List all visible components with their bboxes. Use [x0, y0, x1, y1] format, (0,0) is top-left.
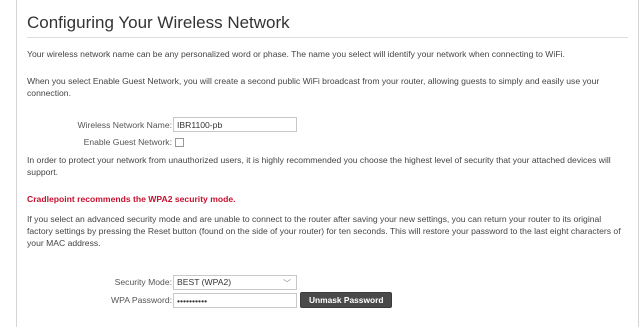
- security-mode-select[interactable]: BEST (WPA2) ﹀: [173, 275, 297, 290]
- guest-network-checkbox[interactable]: [175, 138, 184, 147]
- wpa-password-input[interactable]: [173, 293, 297, 308]
- security-mode-row: Security Mode:: [17, 274, 172, 290]
- network-name-input[interactable]: [173, 117, 297, 132]
- guest-network-text: When you select Enable Guest Network, yo…: [27, 76, 600, 98]
- security-mode-value: BEST (WPA2): [177, 277, 232, 287]
- wpa-password-row: WPA Password:: [17, 292, 172, 308]
- wpa2-recommendation: Cradlepoint recommends the WPA2 security…: [27, 194, 236, 204]
- intro-text: Your wireless network name can be any pe…: [27, 49, 565, 59]
- network-name-row: Wireless Network Name:: [17, 117, 172, 133]
- guest-network-row: Enable Guest Network:: [17, 134, 172, 150]
- wpa-password-label: WPA Password:: [111, 295, 172, 305]
- guest-network-label: Enable Guest Network:: [83, 137, 172, 147]
- security-mode-label: Security Mode:: [114, 277, 172, 287]
- security-text: In order to protect your network from un…: [27, 155, 611, 177]
- wireless-config-panel: Configuring Your Wireless Network Your w…: [16, 0, 639, 327]
- title-divider: [27, 37, 628, 38]
- page-title: Configuring Your Wireless Network: [27, 13, 290, 32]
- chevron-down-icon: ﹀: [283, 279, 291, 288]
- reset-instructions-text: If you select an advanced security mode …: [27, 214, 621, 248]
- network-name-label: Wireless Network Name:: [77, 120, 172, 130]
- unmask-password-button[interactable]: Unmask Password: [300, 292, 393, 308]
